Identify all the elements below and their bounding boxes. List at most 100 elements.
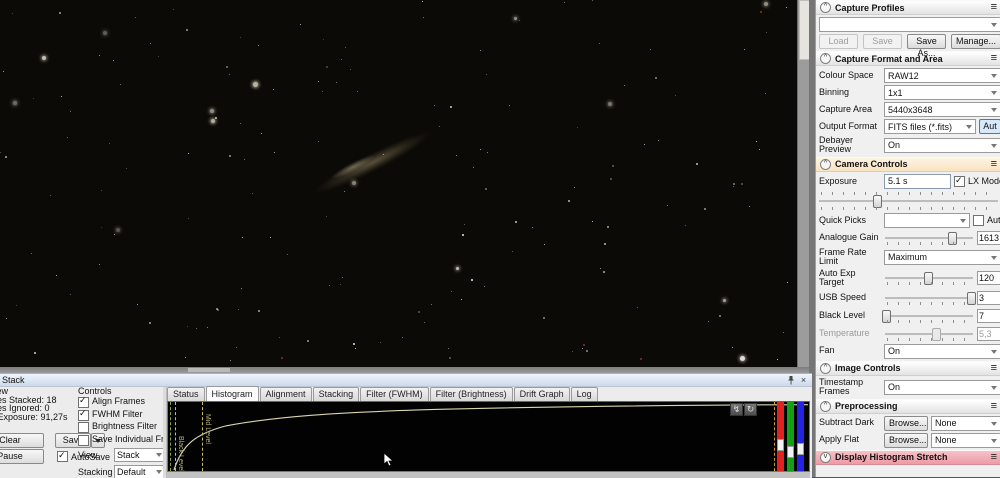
- menu-icon[interactable]: ≡: [991, 363, 997, 374]
- star: [70, 294, 71, 295]
- mid-level-line[interactable]: [202, 402, 203, 471]
- section-preprocessing[interactable]: ^ Preprocessing ≡: [816, 399, 1000, 414]
- output-format-select[interactable]: FITS files (*.fits): [884, 119, 976, 134]
- usb-speed-label: USB Speed: [819, 293, 881, 302]
- refresh-icon[interactable]: ↻: [744, 403, 757, 416]
- tab-log[interactable]: Log: [571, 387, 598, 401]
- auto-checkbox[interactable]: [973, 215, 984, 226]
- collapse-icon[interactable]: ^: [820, 159, 831, 170]
- star: [273, 89, 274, 90]
- stack-option-save-individual-frames[interactable]: Save Individual Frames: [78, 435, 163, 446]
- quick-picks-select[interactable]: [884, 213, 970, 228]
- forty-percent-line[interactable]: [774, 402, 775, 471]
- subtract-dark-browse-button[interactable]: Browse...: [884, 416, 928, 431]
- tab-stacking[interactable]: Stacking: [313, 387, 360, 401]
- lx-mode-checkbox[interactable]: [954, 176, 965, 187]
- frame-rate-select[interactable]: Maximum: [884, 250, 1000, 265]
- usb-speed-slider[interactable]: [884, 290, 974, 306]
- green-channel-handle[interactable]: [787, 446, 794, 458]
- star: [512, 251, 513, 252]
- fan-select[interactable]: On: [884, 344, 1000, 359]
- blue-channel-handle[interactable]: [797, 443, 804, 455]
- black-level-line[interactable]: [175, 402, 176, 471]
- blue-channel-bar[interactable]: [797, 402, 804, 471]
- auto-exp-slider[interactable]: [884, 270, 974, 286]
- view-select[interactable]: Stack: [114, 448, 163, 462]
- temperature-value: 5,3: [977, 327, 1000, 341]
- save-profile-button[interactable]: Save: [863, 34, 902, 49]
- section-image-controls[interactable]: ^ Image Controls ≡: [816, 361, 1000, 376]
- section-capture-format[interactable]: ^ Capture Format and Area ≡: [816, 51, 1000, 66]
- horizontal-scrollbar-thumb[interactable]: [188, 368, 230, 372]
- colour-space-select[interactable]: RAW12: [884, 68, 1000, 83]
- collapse-icon[interactable]: ^: [820, 401, 831, 412]
- subtract-dark-select[interactable]: None: [931, 416, 1000, 431]
- usb-speed-value[interactable]: 3: [977, 291, 1000, 305]
- apply-flat-browse-button[interactable]: Browse...: [884, 433, 928, 448]
- checkbox[interactable]: [78, 435, 89, 446]
- star: [402, 337, 403, 338]
- star: [336, 82, 337, 83]
- stack-option-align-frames[interactable]: Align Frames: [78, 397, 163, 408]
- star: [568, 200, 570, 202]
- tab-status[interactable]: Status: [167, 387, 205, 401]
- manage-button[interactable]: Manage...: [951, 34, 1000, 49]
- auto-exp-value[interactable]: 120: [977, 271, 1000, 285]
- collapse-icon[interactable]: ^: [820, 363, 831, 374]
- tab-filter-brightness[interactable]: Filter (Brightness): [430, 387, 513, 401]
- tab-histogram[interactable]: Histogram: [206, 386, 259, 401]
- debayer-preview-select[interactable]: On: [884, 138, 1000, 153]
- stacking-select[interactable]: Default: [114, 465, 163, 478]
- star: [187, 326, 188, 327]
- star: [759, 149, 760, 150]
- analogue-gain-value[interactable]: 1613: [977, 231, 1000, 245]
- section-display-histogram-stretch[interactable]: v Display Histogram Stretch ≡: [816, 450, 1000, 465]
- section-camera-controls[interactable]: ^ Camera Controls ≡: [816, 157, 1000, 172]
- star: [599, 43, 600, 44]
- exposure-slider[interactable]: [818, 191, 999, 211]
- collapse-icon[interactable]: v: [820, 452, 831, 463]
- save-as-button[interactable]: Save As...: [907, 34, 946, 49]
- star: [253, 82, 258, 87]
- stack-option-brightness-filter[interactable]: Brightness Filter: [78, 422, 163, 433]
- collapse-icon[interactable]: ^: [820, 53, 831, 64]
- binning-select[interactable]: 1x1: [884, 85, 1000, 100]
- green-channel-bar[interactable]: [787, 402, 794, 471]
- lightning-icon[interactable]: ↯: [730, 403, 743, 416]
- tab-alignment[interactable]: Alignment: [260, 387, 312, 401]
- autosave-checkbox[interactable]: [57, 451, 68, 462]
- profile-select[interactable]: [819, 17, 1000, 32]
- analogue-gain-slider[interactable]: [884, 230, 974, 246]
- star: [270, 237, 271, 238]
- checkbox[interactable]: [78, 397, 89, 408]
- red-channel-bar[interactable]: [777, 402, 784, 471]
- section-capture-profiles[interactable]: ^ Capture Profiles ≡: [816, 0, 1000, 15]
- display-blackpoint-line[interactable]: [170, 402, 171, 471]
- timestamp-frames-select[interactable]: On: [884, 380, 1000, 395]
- output-auto-button[interactable]: Aut: [979, 119, 1000, 134]
- stack-option-fwhm-filter[interactable]: FWHM Filter: [78, 410, 163, 421]
- close-icon[interactable]: ×: [797, 375, 810, 385]
- red-channel-handle[interactable]: [777, 439, 784, 451]
- load-profile-button[interactable]: Load: [819, 34, 858, 49]
- collapse-icon[interactable]: ^: [820, 2, 831, 13]
- star: [733, 186, 734, 187]
- menu-icon[interactable]: ≡: [991, 159, 997, 170]
- star: [116, 228, 120, 232]
- menu-icon[interactable]: ≡: [991, 452, 997, 463]
- checkbox[interactable]: [78, 410, 89, 421]
- exposure-input[interactable]: 5.1 s: [884, 174, 951, 189]
- tab-drift-graph[interactable]: Drift Graph: [514, 387, 570, 401]
- pin-icon[interactable]: [784, 375, 797, 385]
- clear-button[interactable]: Clear: [0, 433, 44, 448]
- menu-icon[interactable]: ≡: [991, 401, 997, 412]
- pause-button[interactable]: Pause: [0, 449, 44, 464]
- tab-filter-fwhm[interactable]: Filter (FWHM): [360, 387, 428, 401]
- black-level-slider[interactable]: [884, 308, 974, 324]
- apply-flat-select[interactable]: None: [931, 433, 1000, 448]
- menu-icon[interactable]: ≡: [991, 53, 997, 64]
- capture-area-select[interactable]: 5440x3648: [884, 102, 1000, 117]
- black-level-value[interactable]: 7: [977, 309, 1000, 323]
- checkbox[interactable]: [78, 422, 89, 433]
- menu-icon[interactable]: ≡: [991, 2, 997, 13]
